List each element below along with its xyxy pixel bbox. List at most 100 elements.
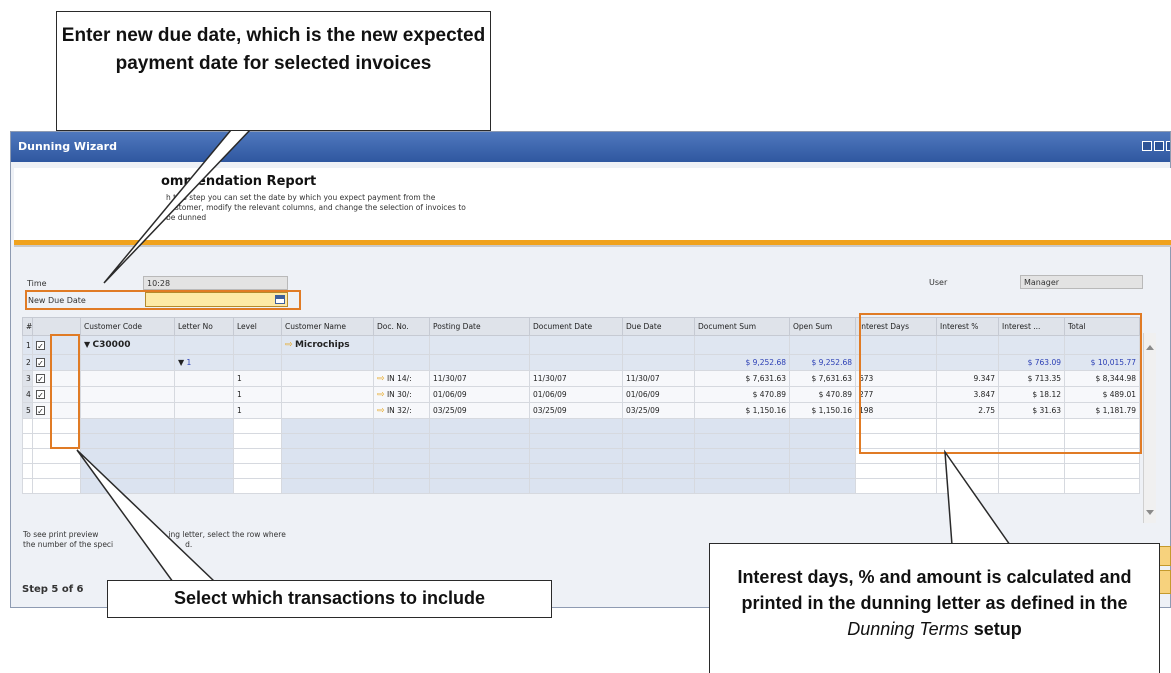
next-button[interactable] bbox=[1159, 570, 1171, 594]
document-sum-cell: $ 9,252.68 bbox=[694, 354, 790, 371]
interest-callout: Interest days, % and amount is calculate… bbox=[709, 543, 1160, 673]
column-header[interactable]: Doc. No. bbox=[373, 317, 430, 336]
column-header[interactable]: Document Sum bbox=[694, 317, 790, 336]
scroll-down-arrow-icon[interactable] bbox=[1146, 510, 1154, 515]
customer-name-cell bbox=[281, 370, 374, 387]
doc-no-cell bbox=[373, 335, 430, 355]
row-number: 3 bbox=[22, 370, 33, 387]
empty-cell bbox=[622, 418, 695, 434]
row-number: 2 bbox=[22, 354, 33, 371]
doc-no: IN 14/: bbox=[386, 373, 412, 383]
empty-cell bbox=[281, 478, 374, 494]
empty-cell bbox=[233, 448, 282, 464]
hint-line: To see print preview ing letter, select t… bbox=[23, 530, 403, 540]
due-date-cell: 11/30/07 bbox=[622, 370, 695, 387]
empty-cell bbox=[529, 418, 623, 434]
hint-text: To see print preview bbox=[23, 530, 99, 539]
customer-code-cell bbox=[80, 402, 175, 419]
checkbox-checked-icon[interactable]: ✓ bbox=[36, 406, 45, 416]
vertical-scrollbar[interactable] bbox=[1143, 333, 1156, 523]
due-date-cell bbox=[622, 335, 695, 355]
link-arrow-icon[interactable]: ⇨ bbox=[377, 390, 385, 400]
customer-name-cell bbox=[281, 386, 374, 403]
empty-cell bbox=[789, 433, 856, 449]
checkbox-checked-icon[interactable]: ✓ bbox=[36, 340, 45, 351]
collapse-triangle-icon[interactable]: ▼ bbox=[178, 358, 184, 367]
letter-no-cell bbox=[174, 402, 234, 419]
checkbox-checked-icon[interactable]: ✓ bbox=[36, 390, 45, 400]
link-arrow-icon[interactable]: ⇨ bbox=[377, 374, 385, 384]
column-header[interactable]: Customer Code bbox=[80, 317, 175, 336]
open-sum-cell: $ 7,631.63 bbox=[789, 370, 856, 387]
empty-cell bbox=[174, 463, 234, 479]
empty-cell bbox=[529, 433, 623, 449]
empty-cell bbox=[936, 478, 999, 494]
empty-cell bbox=[281, 418, 374, 434]
level-cell: 1 bbox=[233, 402, 282, 419]
checkbox-checked-icon[interactable]: ✓ bbox=[36, 358, 45, 368]
column-header[interactable]: Letter No bbox=[174, 317, 234, 336]
description-line: customer, modify the relevant columns, a… bbox=[166, 203, 466, 212]
empty-cell bbox=[789, 448, 856, 464]
window-controls bbox=[1142, 141, 1170, 151]
interest-callout-text-end: setup bbox=[973, 619, 1022, 639]
maximize-icon[interactable] bbox=[1154, 141, 1164, 151]
column-header[interactable]: Posting Date bbox=[429, 317, 530, 336]
side-button[interactable] bbox=[1159, 546, 1171, 566]
window-title: Dunning Wizard bbox=[18, 140, 117, 153]
empty-cell bbox=[855, 478, 937, 494]
scroll-up-arrow-icon[interactable] bbox=[1146, 345, 1154, 350]
empty-cell bbox=[622, 448, 695, 464]
column-header[interactable]: # bbox=[22, 317, 33, 336]
empty-cell bbox=[32, 463, 81, 479]
title-bar: Dunning Wizard bbox=[11, 132, 1170, 162]
due-date-cell: 03/25/09 bbox=[622, 402, 695, 419]
empty-cell bbox=[529, 478, 623, 494]
checkbox-checked-icon[interactable]: ✓ bbox=[36, 374, 45, 384]
hint-line: the number of the speci d. bbox=[23, 540, 403, 550]
document-date-cell: 01/06/09 bbox=[529, 386, 623, 403]
customer-code: C30000 bbox=[92, 340, 131, 350]
link-arrow-icon[interactable]: ⇨ bbox=[377, 406, 385, 416]
link-arrow-icon[interactable]: ⇨ bbox=[285, 340, 293, 350]
column-header[interactable]: Customer Name bbox=[281, 317, 374, 336]
empty-cell bbox=[998, 478, 1065, 494]
empty-cell bbox=[855, 463, 937, 479]
empty-cell bbox=[373, 463, 430, 479]
empty-cell bbox=[789, 463, 856, 479]
empty-cell bbox=[429, 463, 530, 479]
collapse-triangle-icon[interactable]: ▼ bbox=[84, 340, 90, 349]
checkbox-column-highlight bbox=[50, 334, 80, 449]
document-sum-cell: $ 470.89 bbox=[694, 386, 790, 403]
empty-row bbox=[22, 463, 1140, 479]
column-header[interactable]: Level bbox=[233, 317, 282, 336]
row-number-empty bbox=[22, 433, 33, 449]
due-date-highlight bbox=[25, 290, 301, 310]
interest-columns-highlight bbox=[859, 313, 1142, 454]
column-header[interactable]: Due Date bbox=[622, 317, 695, 336]
empty-cell bbox=[694, 448, 790, 464]
close-icon[interactable] bbox=[1166, 141, 1170, 151]
empty-cell bbox=[373, 433, 430, 449]
column-header[interactable]: Open Sum bbox=[789, 317, 856, 336]
doc-no-cell: ⇨ IN 14/: bbox=[373, 370, 430, 387]
hint-text: ing letter, select the row where bbox=[168, 530, 286, 539]
minimize-icon[interactable] bbox=[1142, 141, 1152, 151]
empty-cell bbox=[1064, 478, 1140, 494]
customer-name-cell: ⇨ Microchips bbox=[281, 335, 374, 355]
level-cell: 1 bbox=[233, 386, 282, 403]
posting-date-cell: 11/30/07 bbox=[429, 370, 530, 387]
empty-cell bbox=[429, 418, 530, 434]
document-sum-cell: $ 7,631.63 bbox=[694, 370, 790, 387]
description-line: be dunned bbox=[166, 213, 207, 222]
select-transactions-callout: Select which transactions to include bbox=[107, 580, 552, 618]
row-number: 4 bbox=[22, 386, 33, 403]
empty-cell bbox=[429, 433, 530, 449]
time-field: 10:28 bbox=[143, 276, 288, 290]
customer-code-cell: ▼ C30000 bbox=[80, 335, 175, 355]
column-header[interactable]: Document Date bbox=[529, 317, 623, 336]
empty-cell bbox=[281, 433, 374, 449]
level-cell bbox=[233, 354, 282, 371]
empty-cell bbox=[174, 448, 234, 464]
due-date-callout: Enter new due date, which is the new exp… bbox=[56, 11, 491, 131]
